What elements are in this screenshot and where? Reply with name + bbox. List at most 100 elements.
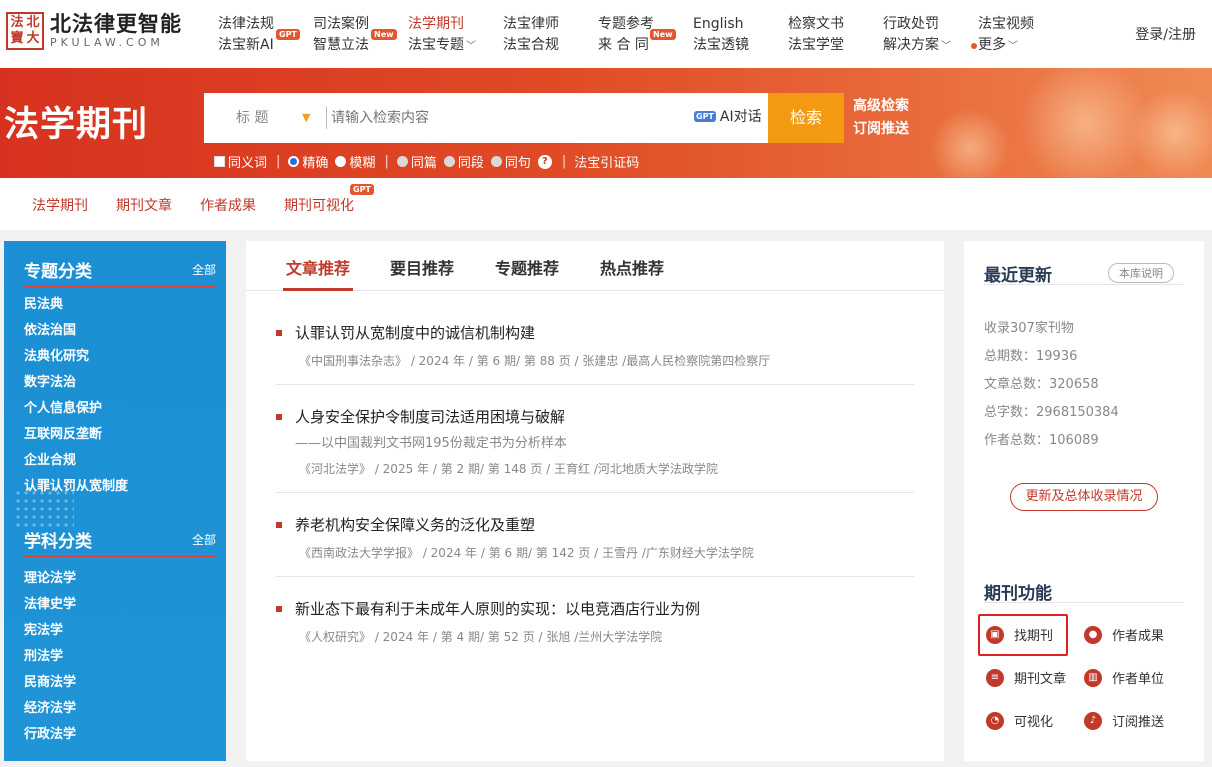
sidebar-item-civil-code[interactable]: 民法典 xyxy=(24,292,128,318)
nav-link-topics[interactable]: 法宝专题 ﹀ xyxy=(408,35,476,57)
fuzzy-radio[interactable]: 模糊 xyxy=(335,152,375,171)
sidebar-item-antitrust[interactable]: 互联网反垄断 xyxy=(24,422,128,448)
sidebar-item-criminal[interactable]: 刑法学 xyxy=(24,644,76,670)
advanced-search-link[interactable]: 高级检索 xyxy=(853,95,909,118)
seal-char: 大 xyxy=(26,31,40,46)
article-meta: 《河北法学》 / 2025 年 / 第 2 期/ 第 148 页 / 王育红 /… xyxy=(299,462,718,476)
article-title[interactable]: 养老机构安全保障义务的泛化及重塑 xyxy=(295,514,535,535)
nav-link-laws[interactable]: 法律法规 xyxy=(218,14,274,35)
chevron-down-icon: ﹀ xyxy=(941,41,951,52)
sidebar-item-legal-theory[interactable]: 理论法学 xyxy=(24,566,76,592)
article-meta: 《人权研究》 / 2024 年 / 第 4 期/ 第 52 页 / 张旭 /兰州… xyxy=(299,630,663,644)
nav-link-fabao-ai[interactable]: 法宝新AI GPT xyxy=(218,29,300,56)
bullet-icon xyxy=(276,330,282,336)
nav-col-1: 法律法规 法宝新AI GPT xyxy=(218,14,300,56)
nav-label: 法宝专题 xyxy=(408,37,464,53)
search-button[interactable]: 检索 xyxy=(768,93,844,143)
nav-link-video[interactable]: 法宝视频 xyxy=(978,14,1034,35)
find-journal-button[interactable]: ▣ 找期刊 xyxy=(986,625,1053,644)
sidebar-item-administrative[interactable]: 行政法学 xyxy=(24,722,76,748)
sidebar-item-civil-commercial[interactable]: 民商法学 xyxy=(24,670,76,696)
article-title[interactable]: 新业态下最有利于未成年人原则的实现：以电竞酒店行业为例 xyxy=(295,598,700,619)
active-tab-indicator xyxy=(283,288,353,291)
subject-all-link[interactable]: 全部 xyxy=(192,531,216,548)
help-icon[interactable]: ? xyxy=(537,154,552,169)
cite-code-link[interactable]: 法宝引证码 xyxy=(574,152,639,171)
tab-article-recommend[interactable]: 文章推荐 xyxy=(286,255,350,279)
author-works-button[interactable]: ● 作者成果 xyxy=(1084,625,1164,644)
search-input[interactable] xyxy=(326,107,686,129)
sidebar-item-privacy[interactable]: 个人信息保护 xyxy=(24,396,128,422)
sidebar-item-rule-of-law[interactable]: 依法治国 xyxy=(24,318,128,344)
synonym-checkbox[interactable]: 同义词 xyxy=(214,152,267,171)
same-sentence-radio[interactable]: 同句 xyxy=(490,152,531,171)
article-title[interactable]: 认罪认罚从宽制度中的诚信机制构建 xyxy=(295,322,535,343)
nav-col-7: 检察文书 法宝学堂 xyxy=(788,14,844,56)
function-label: 期刊文章 xyxy=(1014,672,1067,687)
same-article-radio[interactable]: 同篇 xyxy=(396,152,437,171)
nav-link-penalties[interactable]: 行政处罚 xyxy=(883,14,951,35)
journal-articles-button[interactable]: ≡ 期刊文章 xyxy=(986,668,1066,687)
nav-link-contracts[interactable]: 来 合 同 New xyxy=(598,29,676,56)
nav-link-academy[interactable]: 法宝学堂 xyxy=(788,35,844,56)
sidebar-item-compliance[interactable]: 企业合规 xyxy=(24,448,128,474)
nav-col-2: 司法案例 智慧立法 New xyxy=(313,14,397,56)
library-note-button[interactable]: 本库说明 xyxy=(1108,263,1174,283)
nav-link-reference[interactable]: 专题参考 xyxy=(598,14,654,35)
login-register-link[interactable]: 登录/注册 xyxy=(1135,24,1196,44)
nav-link-english[interactable]: English xyxy=(693,14,749,35)
subtab-articles[interactable]: 期刊文章 xyxy=(116,195,172,215)
nav-col-4: 法宝律师 法宝合规 xyxy=(503,14,559,56)
author-institution-button[interactable]: ▥ 作者单位 xyxy=(1084,668,1164,687)
same-paragraph-radio[interactable]: 同段 xyxy=(443,152,484,171)
subtab-visualization[interactable]: 期刊可视化 xyxy=(284,195,354,215)
nav-link-more[interactable]: 更多 ﹀ xyxy=(971,35,1034,57)
update-details-button[interactable]: 更新及总体收录情况 xyxy=(1010,483,1158,511)
ai-chat-label: AI对话 xyxy=(719,109,762,125)
recommendation-panel: 文章推荐 要目推荐 专题推荐 热点推荐 认罪认罚从宽制度中的诚信机制构建 《中国… xyxy=(246,241,944,761)
nav-link-procuratorate[interactable]: 检察文书 xyxy=(788,14,844,35)
search-field-select[interactable]: 标 题 ▼ xyxy=(204,93,322,143)
visualization-button[interactable]: ◔ 可视化 xyxy=(986,711,1053,730)
gpt-icon: GPT xyxy=(694,110,716,122)
nav-link-solutions[interactable]: 解决方案 ﹀ xyxy=(883,35,951,57)
checkbox-icon xyxy=(214,156,225,167)
ai-chat-button[interactable]: GPT AI对话 xyxy=(694,106,762,126)
stat-articles: 文章总数：320658 xyxy=(984,377,1099,392)
tab-toc-recommend[interactable]: 要目推荐 xyxy=(390,255,454,279)
tab-hot-recommend[interactable]: 热点推荐 xyxy=(600,255,664,279)
logo-text: 北法律更智能 PKULAW.COM xyxy=(50,12,182,50)
sidebar-item-constitutional[interactable]: 宪法学 xyxy=(24,618,76,644)
library-stats: 收录307家刊物 总期数：19936 文章总数：320658 总字数：29681… xyxy=(984,315,1119,455)
sidebar-item-legal-history[interactable]: 法律史学 xyxy=(24,592,76,618)
subscribe-link[interactable]: 订阅推送 xyxy=(853,118,909,141)
subtab-author-works[interactable]: 作者成果 xyxy=(200,195,256,215)
tab-topic-recommend[interactable]: 专题推荐 xyxy=(495,255,559,279)
bell-icon: ♪ xyxy=(1084,711,1102,730)
sidebar-item-plea-leniency[interactable]: 认罪认罚从宽制度 xyxy=(24,474,128,500)
nav-link-compliance[interactable]: 法宝合规 xyxy=(503,35,559,56)
gpt-badge: GPT xyxy=(350,184,374,195)
sidebar-item-economic[interactable]: 经济法学 xyxy=(24,696,76,722)
category-sidebar: 专题分类 全部 民法典 依法治国 法典化研究 数字法治 个人信息保护 互联网反垄… xyxy=(4,241,226,761)
exact-radio[interactable]: 精确 xyxy=(288,152,328,171)
nav-link-lens[interactable]: 法宝透镜 xyxy=(693,35,749,56)
nav-link-smart-legislation[interactable]: 智慧立法 New xyxy=(313,29,397,56)
nav-link-journals[interactable]: 法学期刊 xyxy=(408,14,476,35)
topic-category-title: 专题分类 xyxy=(24,262,92,282)
site-logo[interactable]: 法 北 寶 大 北法律更智能 PKULAW.COM xyxy=(6,12,182,50)
subscribe-push-button[interactable]: ♪ 订阅推送 xyxy=(1084,711,1164,730)
sidebar-item-codification[interactable]: 法典化研究 xyxy=(24,344,128,370)
seal-char: 北 xyxy=(26,15,40,30)
topic-all-link[interactable]: 全部 xyxy=(192,261,216,278)
page-title: 法学期刊 xyxy=(4,105,149,145)
bullet-icon xyxy=(276,606,282,612)
nav-link-cases[interactable]: 司法案例 xyxy=(313,14,369,35)
article-title[interactable]: 人身安全保护令制度司法适用困境与破解 xyxy=(295,406,565,427)
divider: | xyxy=(384,154,389,169)
subtab-journals[interactable]: 法学期刊 xyxy=(32,195,88,215)
logo-seal: 法 北 寶 大 xyxy=(6,12,44,50)
list-item: 新业态下最有利于未成年人原则的实现：以电竞酒店行业为例 《人权研究》 / 202… xyxy=(276,598,914,661)
nav-link-lawyers[interactable]: 法宝律师 xyxy=(503,14,559,35)
sidebar-item-digital-law[interactable]: 数字法治 xyxy=(24,370,128,396)
